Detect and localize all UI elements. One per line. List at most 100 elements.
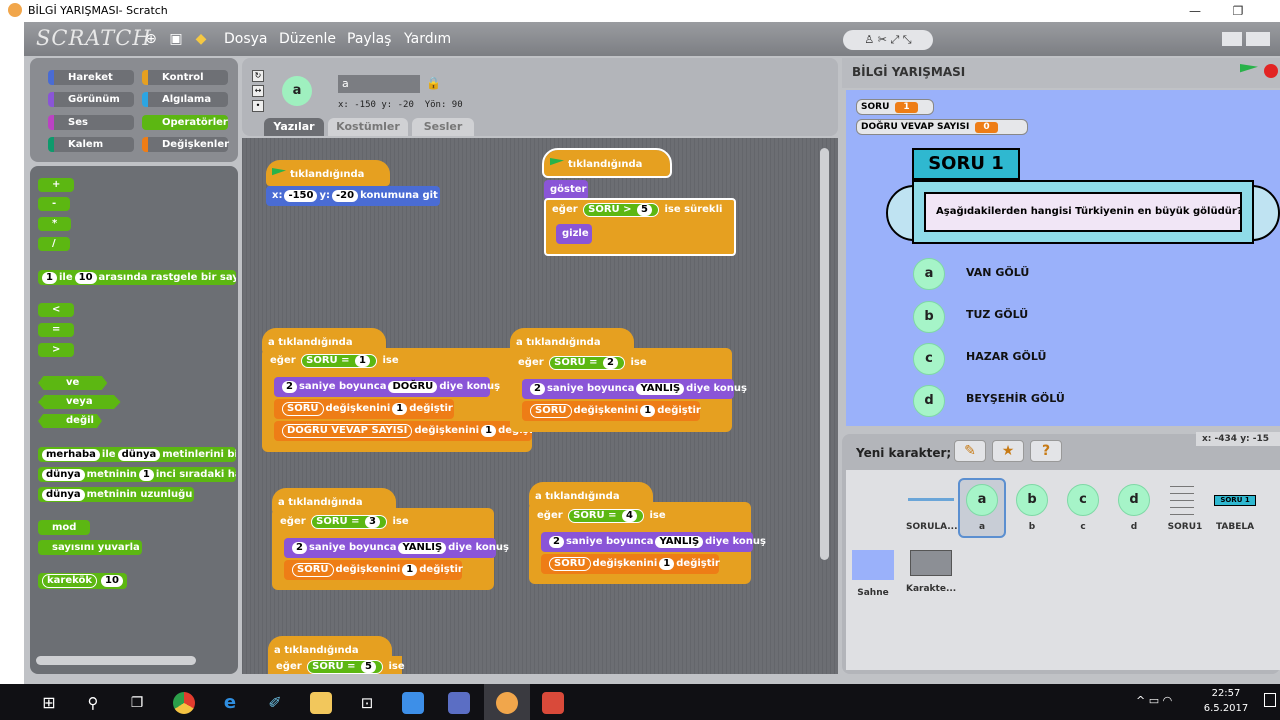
globe-icon[interactable]: ⊕	[143, 31, 159, 47]
flag-hat-block[interactable]: tıklandığında	[266, 160, 390, 186]
category-pen[interactable]: Kalem	[48, 137, 134, 152]
menu-file[interactable]: Dosya	[224, 31, 268, 47]
minimize-button[interactable]: —	[1175, 2, 1215, 20]
palette-equals-block[interactable]: =	[38, 323, 75, 337]
goto-block[interactable]: x: -150 y: -20 konumuna git	[266, 186, 440, 206]
app-icon-2[interactable]	[448, 692, 470, 714]
sprite-click-hat-a[interactable]: a tıklandığında	[529, 482, 653, 508]
lock-icon[interactable]: 🔒	[426, 76, 441, 90]
clock-time[interactable]: 22:57	[1206, 688, 1246, 699]
maximize-button[interactable]: ❐	[1218, 2, 1258, 20]
tab-costumes[interactable]: Kostümler	[328, 118, 408, 136]
say-wrong-block[interactable]: 2 saniye boyunca YANLIŞ diye konuş	[541, 532, 766, 552]
palette-not-block[interactable]: değil	[38, 414, 102, 428]
random-sprite-button[interactable]: ?	[1030, 440, 1062, 462]
menu-help[interactable]: Yardım	[404, 31, 451, 47]
show-block[interactable]: göster	[544, 180, 588, 200]
tools-bar[interactable]: ♙ ✂ ⤢ ⤡	[843, 30, 933, 50]
flag-hat-block[interactable]: tıklandığında	[542, 148, 672, 178]
paint-icon[interactable]: ✐	[264, 692, 286, 714]
flip-icon[interactable]: ↔	[252, 85, 264, 97]
sprite-click-hat-a[interactable]: a tıklandığında	[510, 328, 634, 354]
clock-date[interactable]: 6.5.2017	[1200, 703, 1252, 714]
sprite-name-field[interactable]: a	[338, 75, 420, 93]
sprite-click-hat-a[interactable]: a tıklandığında	[272, 488, 396, 514]
palette-letter-block[interactable]: dünyametninin1inci sıradaki harfi	[38, 467, 236, 482]
option-a-button[interactable]: a	[913, 258, 945, 290]
notification-icon[interactable]	[1264, 693, 1276, 707]
palette-greater-block[interactable]: >	[38, 343, 75, 357]
task-view-icon[interactable]: ❐	[126, 692, 148, 714]
file-explorer-icon[interactable]	[310, 692, 332, 714]
change-soru-block[interactable]: SORU değişkenini 1 değiştir	[274, 399, 454, 419]
palette-join-block[interactable]: merhabailedünyametinlerini birle	[38, 447, 236, 462]
palette-divide-block[interactable]: /	[38, 237, 70, 251]
category-sound[interactable]: Ses	[48, 115, 134, 130]
scratch-icon[interactable]	[496, 692, 518, 714]
scripts-scrollbar[interactable]	[820, 148, 829, 560]
menu-edit[interactable]: Düzenle	[279, 31, 336, 47]
tab-sounds[interactable]: Sesler	[412, 118, 474, 136]
sprite-c-thumb[interactable]: c	[1067, 484, 1099, 516]
store-icon[interactable]: ⊡	[356, 692, 378, 714]
say-correct-block[interactable]: 2 saniye boyunca DOĞRU diye konuş	[274, 377, 500, 397]
chrome-icon[interactable]	[173, 692, 195, 714]
rotate-icon[interactable]: ↻	[252, 70, 264, 82]
palette-less-block[interactable]: <	[38, 303, 75, 317]
full-stage-icon[interactable]	[1246, 32, 1270, 46]
palette-add-block[interactable]: +	[38, 178, 75, 192]
palette-or-block[interactable]: veya	[38, 395, 121, 409]
category-sensing[interactable]: Algılama	[142, 92, 228, 107]
category-operators[interactable]: Operatörler	[142, 115, 228, 130]
background-sprite-thumb[interactable]	[910, 550, 952, 576]
small-stage-icon[interactable]	[1222, 32, 1242, 46]
category-variables[interactable]: Değişkenler	[142, 137, 229, 152]
palette-and-block[interactable]: ve	[38, 376, 108, 390]
share-icon[interactable]: ◆	[193, 31, 209, 47]
search-icon[interactable]: ⚲	[82, 692, 104, 714]
palette-random-block[interactable]: 1ile10arasında rastgele bir sayı s	[38, 270, 236, 285]
stop-icon[interactable]	[1264, 64, 1278, 78]
palette-multiply-block[interactable]: *	[38, 217, 72, 231]
category-motion[interactable]: Hareket	[48, 70, 134, 85]
paint-sprite-button[interactable]: ✎	[954, 440, 986, 462]
app-icon[interactable]	[402, 692, 424, 714]
change-soru-block[interactable]: SORU değişkenini 1 değiştir	[284, 560, 463, 580]
option-d-button[interactable]: d	[913, 385, 945, 417]
choose-sprite-button[interactable]: ★	[992, 440, 1024, 462]
change-soru-block[interactable]: SORU değişkenini 1 değiştir	[541, 554, 720, 574]
sprite-b-thumb[interactable]: b	[1016, 484, 1048, 516]
start-icon[interactable]: ⊞	[38, 692, 60, 714]
new-sprite-label: Yeni karakter;	[856, 446, 952, 460]
say-wrong-block[interactable]: 2 saniye boyunca YANLIŞ diye konuş	[284, 538, 509, 558]
palette-subtract-block[interactable]: -	[38, 197, 71, 211]
sprite-tabela-thumb[interactable]: SORU 1	[1214, 495, 1256, 506]
category-looks[interactable]: Görünüm	[48, 92, 134, 107]
palette-length-block[interactable]: dünya metninin uzunluğu	[38, 487, 195, 502]
palette-scrollbar[interactable]	[36, 656, 196, 665]
hide-block[interactable]: gizle	[556, 224, 592, 244]
palette-sqrt-block[interactable]: karekök 10	[38, 573, 127, 589]
save-icon[interactable]: ▣	[168, 31, 184, 47]
change-soru-block[interactable]: SORU değişkenini 1 değiştir	[522, 401, 701, 421]
option-c-button[interactable]: c	[913, 343, 945, 375]
no-rotate-icon[interactable]: •	[252, 100, 264, 112]
change-correct-count-block[interactable]: DOĞRU VEVAP SAYISIdeğişkenini1değiştir	[274, 421, 532, 441]
say-wrong-block[interactable]: 2 saniye boyunca YANLIŞ diye konuş	[522, 379, 747, 399]
app-icon-3[interactable]	[542, 692, 564, 714]
tab-scripts[interactable]: Yazılar	[264, 118, 324, 136]
option-b-button[interactable]: b	[913, 301, 945, 333]
sprite-label: SORU1	[1167, 522, 1203, 532]
sprite-soru-thumb[interactable]	[908, 498, 954, 501]
palette-mod-block[interactable]: mod	[38, 520, 91, 535]
tray-icons[interactable]: ^ ▭ ◠	[1136, 694, 1172, 707]
sprite-d-thumb[interactable]: d	[1118, 484, 1150, 516]
edge-icon[interactable]: e	[219, 692, 241, 714]
palette-round-block[interactable]: sayısını yuvarla	[38, 540, 142, 555]
category-control[interactable]: Kontrol	[142, 70, 228, 85]
sprite-a-thumb[interactable]: a	[966, 484, 998, 516]
stage[interactable]	[846, 90, 1280, 426]
menu-share[interactable]: Paylaş	[347, 31, 391, 47]
stage-thumb[interactable]	[852, 550, 894, 580]
sprite-soru1-thumb[interactable]	[1170, 480, 1194, 518]
